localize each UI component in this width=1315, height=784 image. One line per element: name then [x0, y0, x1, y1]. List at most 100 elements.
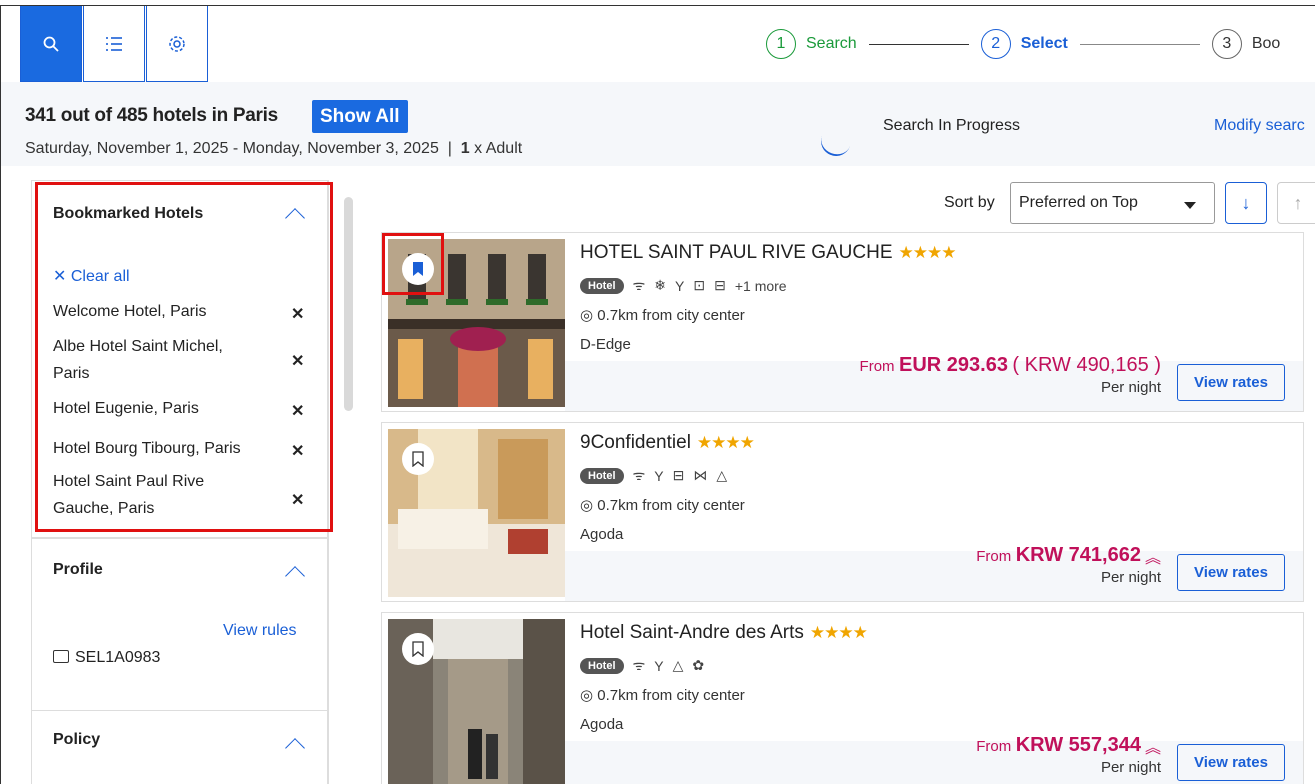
per-night: Per night — [1100, 569, 1161, 586]
price: From KRW 557,344 ︽ — [976, 734, 1161, 758]
price: From KRW 741,662 ︽ — [976, 544, 1161, 568]
step-divider — [1079, 43, 1200, 45]
scrollbar-thumb[interactable] — [344, 197, 353, 411]
modify-search-link[interactable]: Modify searc — [1214, 117, 1305, 135]
profile-code-value: SEL1A0983 — [75, 649, 161, 666]
hotel-card: Hotel Saint-Andre des Arts ★★★★ Hotel ᯤ Y… — [381, 612, 1304, 784]
hotel-name-text: Hotel Saint-Andre des Arts — [580, 622, 804, 643]
price-converted: ( KRW 490,165 ) — [1012, 354, 1161, 376]
guest-count: 1 — [460, 140, 470, 157]
view-rates-button[interactable]: View rates — [1177, 554, 1285, 591]
show-all-button[interactable]: Show All — [312, 100, 408, 133]
step-3-number: 3 — [1211, 29, 1242, 59]
distance: ◎ 0.7km from city center — [580, 306, 745, 324]
sort-descending-button[interactable]: ↓ — [1225, 182, 1267, 224]
safe-icon: ⊟ — [714, 277, 726, 293]
chevron-up-icon[interactable] — [285, 738, 305, 758]
sort-select[interactable]: Preferred on Top — [1010, 182, 1215, 224]
bar-icon: Y — [675, 277, 685, 294]
chevrons-up-icon: ︽ — [1144, 740, 1161, 757]
bookmark-button[interactable] — [402, 443, 434, 475]
from-label: From — [859, 358, 895, 375]
warning-icon: △ — [672, 657, 684, 673]
price-amount: KRW 557,344 — [1015, 734, 1141, 756]
price: From EUR 293.63 ( KRW 490,165 ) — [860, 354, 1161, 377]
safe-icon: ⊟ — [672, 467, 685, 483]
step-2-label[interactable]: Select — [1021, 35, 1068, 53]
wifi-icon: ᯤ — [632, 467, 646, 483]
list-tab[interactable] — [83, 6, 145, 82]
snowflake-icon: ❄ — [654, 277, 667, 293]
hotel-photo[interactable] — [388, 429, 565, 597]
profile-title: Profile — [53, 561, 103, 578]
search-progress-text: Search In Progress — [883, 117, 1020, 134]
arrow-down-icon: ↓ — [1241, 192, 1251, 213]
step-2-number: 2 — [980, 29, 1011, 59]
hotel-name-text: 9Confidentiel — [580, 432, 691, 453]
app-frame: 1 Search 2 Select 3 Boo 341 out of 485 h… — [0, 5, 1315, 784]
concierge-icon: ⊡ — [693, 277, 706, 293]
location-pin-icon: ◎ — [580, 687, 594, 704]
bookmark-outline-icon — [412, 641, 424, 657]
guest-type: x Adult — [474, 140, 523, 157]
step-1-number: 1 — [766, 29, 796, 59]
view-rules-link[interactable]: View rules — [223, 622, 297, 640]
amenities: Hotel ᯤ ❄ Y ⊡ ⊟ +1 more — [580, 276, 787, 295]
hotel-name[interactable]: 9Confidentiel ★★★★ — [580, 432, 755, 454]
chevrons-up-icon: ︽ — [1144, 550, 1161, 567]
step-3-label[interactable]: Boo — [1252, 35, 1280, 53]
gear-icon — [169, 35, 185, 52]
rate-source: Agoda — [580, 716, 624, 733]
price-amount: EUR 293.63 — [898, 354, 1008, 376]
warning-icon: △ — [716, 467, 728, 483]
chevron-up-icon[interactable] — [285, 566, 305, 586]
distance: ◎ 0.7km from city center — [580, 686, 745, 704]
view-rates-button[interactable]: View rates — [1177, 744, 1285, 781]
per-night: Per night — [1100, 379, 1161, 396]
hotel-card: 9Confidentiel ★★★★ Hotel ᯤ Y ⊟ ⋈ △ ◎ 0.7k… — [381, 422, 1304, 602]
per-night: Per night — [1100, 759, 1161, 776]
hotel-name[interactable]: Hotel Saint-Andre des Arts ★★★★ — [580, 622, 868, 644]
search-icon — [43, 36, 59, 52]
policy-title: Policy — [53, 731, 101, 748]
sort-value: Preferred on Top — [1019, 194, 1138, 211]
price-amount: KRW 741,662 — [1015, 544, 1141, 566]
rate-source: D-Edge — [580, 336, 631, 353]
policy-panel: Policy — [31, 711, 328, 784]
hotel-name-text: HOTEL SAINT PAUL RIVE GAUCHE — [580, 242, 893, 263]
results-count: 341 out of 485 hotels in Paris — [25, 105, 278, 126]
profile-panel: Profile View rules SEL1A0983 — [31, 538, 328, 711]
distance-text: 0.7km from city center — [597, 687, 745, 704]
star-rating: ★★★★ — [898, 243, 957, 262]
distance-text: 0.7km from city center — [597, 497, 745, 514]
location-pin-icon: ◎ — [580, 307, 594, 324]
spa-icon: ⋈ — [693, 467, 708, 483]
amenities: Hotel ᯤ Y △ ✿ — [580, 656, 704, 675]
view-rates-button[interactable]: View rates — [1177, 364, 1285, 401]
step-1-label[interactable]: Search — [806, 35, 857, 53]
hotel-card: HOTEL SAINT PAUL RIVE GAUCHE ★★★★ Hotel ᯤ… — [381, 232, 1304, 412]
bar-icon: Y — [654, 467, 664, 484]
type-badge: Hotel — [580, 277, 624, 294]
type-badge: Hotel — [580, 467, 624, 484]
sort-ascending-button[interactable]: ↑ — [1277, 182, 1315, 224]
wifi-icon: ᯤ — [632, 277, 646, 293]
date-range: Saturday, November 1, 2025 - Monday, Nov… — [25, 140, 522, 158]
highlight-box — [35, 182, 333, 532]
search-tab[interactable] — [20, 6, 82, 82]
bar-icon: Y — [654, 657, 664, 674]
date-text: Saturday, November 1, 2025 - Monday, Nov… — [25, 140, 439, 157]
profile-code: SEL1A0983 — [53, 649, 160, 667]
top-bar: 1 Search 2 Select 3 Boo — [1, 6, 1315, 82]
settings-tab[interactable] — [146, 6, 208, 82]
booking-steps: 1 Search 2 Select 3 Boo — [766, 28, 1280, 60]
hotel-name[interactable]: HOTEL SAINT PAUL RIVE GAUCHE ★★★★ — [580, 242, 956, 264]
sort-label: Sort by — [944, 194, 995, 211]
location-pin-icon: ◎ — [580, 497, 594, 514]
highlight-box — [382, 233, 444, 295]
hotel-photo[interactable] — [388, 619, 565, 784]
bookmark-button[interactable] — [402, 633, 434, 665]
amenities: Hotel ᯤ Y ⊟ ⋈ △ — [580, 466, 727, 485]
more-amenities[interactable]: +1 more — [735, 278, 787, 294]
distance: ◎ 0.7km from city center — [580, 496, 745, 514]
